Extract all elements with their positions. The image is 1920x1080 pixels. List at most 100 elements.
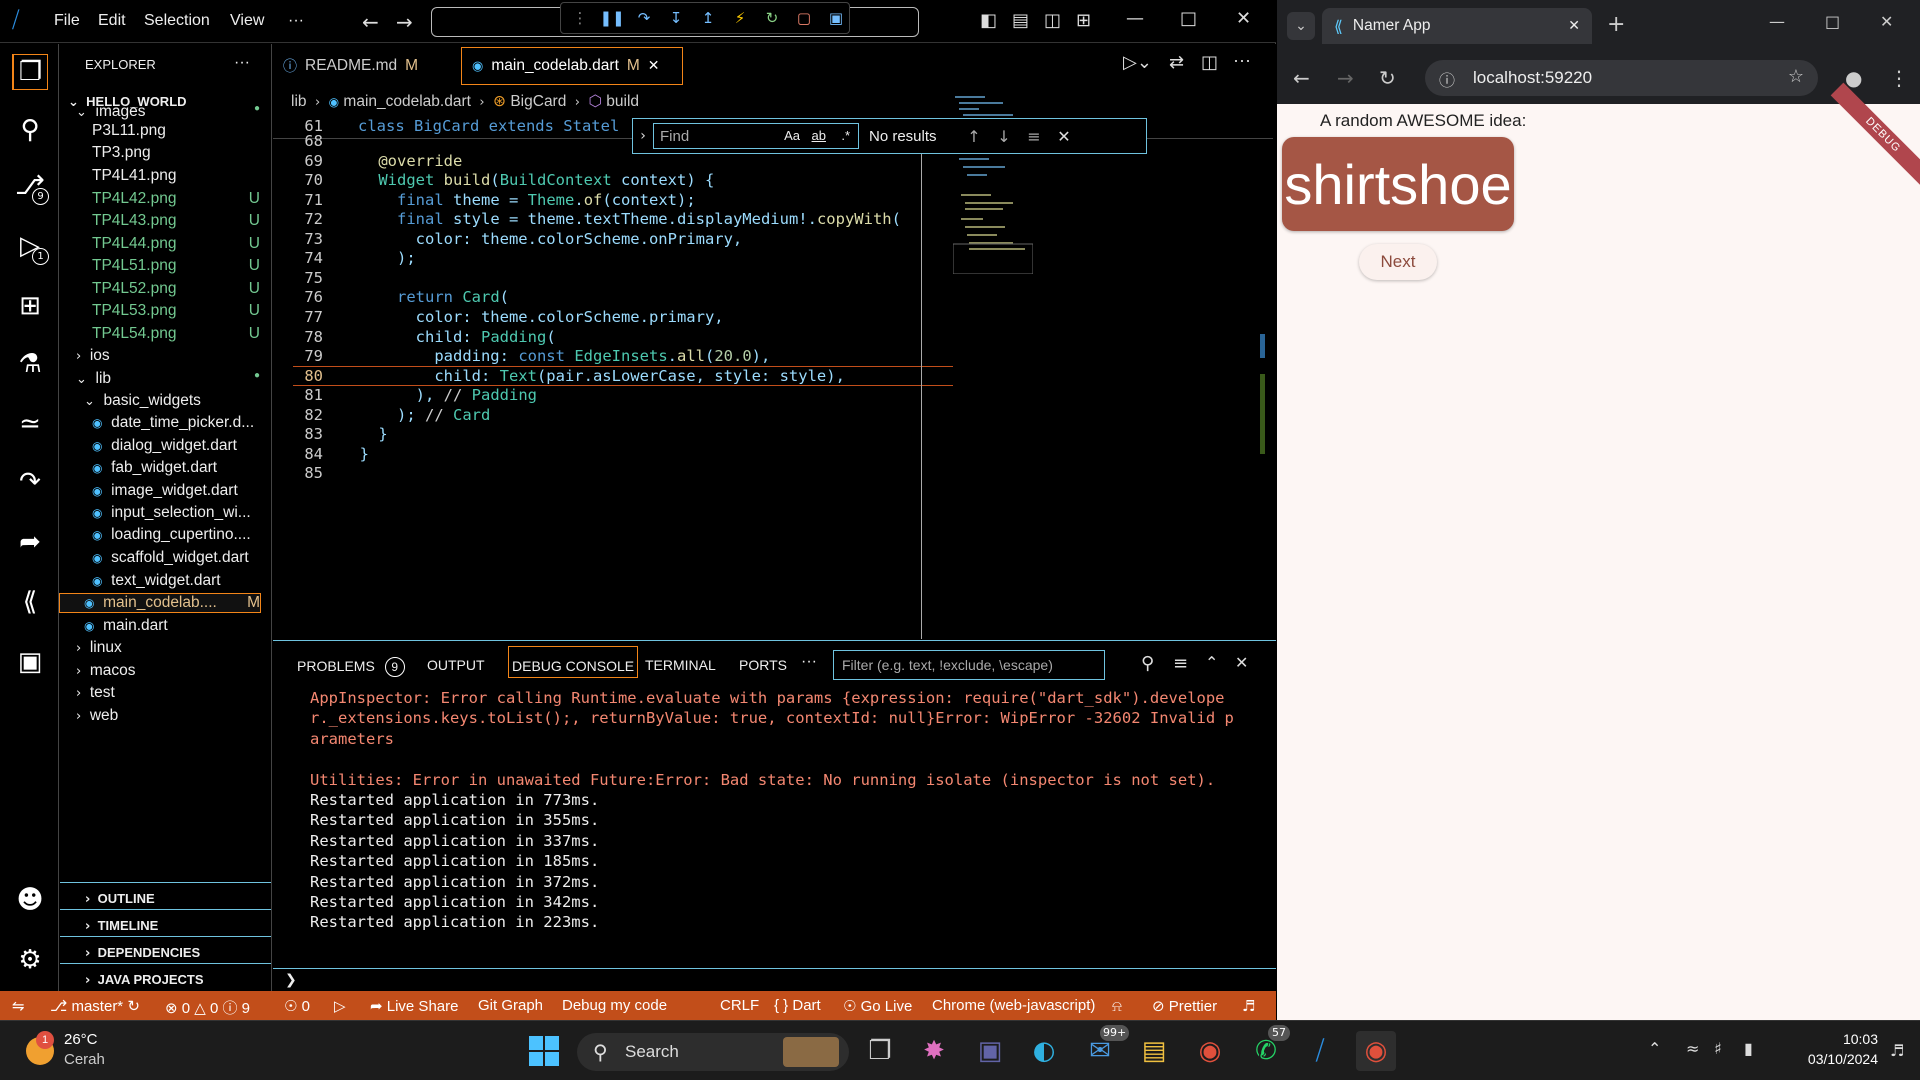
stop-icon[interactable]: ▢	[795, 9, 813, 27]
code-line[interactable]: padding: const EdgeInsets.all(20.0),	[341, 347, 770, 365]
code-line[interactable]: Widget build(BuildContext context) {	[341, 171, 714, 189]
tree-file[interactable]: TP4L52.png U	[60, 280, 260, 298]
minimize-icon[interactable]: —	[1769, 12, 1785, 31]
extensions-icon[interactable]: ⊞	[12, 288, 48, 324]
wifi-icon[interactable]: ≈	[1686, 1039, 1699, 1058]
tree-file[interactable]: ◉ main_codelab.... M	[59, 593, 261, 613]
next-button[interactable]: Next	[1359, 244, 1437, 280]
code-line[interactable]: ); // Card	[341, 406, 490, 424]
notifications-bell-icon[interactable]: ♬	[1242, 997, 1255, 1015]
chrome-taskbar-icon[interactable]: ◉	[1356, 1031, 1396, 1071]
find-in-selection-icon[interactable]: ≡	[1019, 127, 1049, 146]
breadcrumb-lib[interactable]: lib	[291, 93, 307, 110]
site-info-icon[interactable]: ⓘ	[1439, 67, 1455, 91]
debug-status-icon[interactable]: ▷	[334, 997, 346, 1015]
maximize-icon[interactable]: □	[1825, 12, 1840, 31]
go-live-status[interactable]: ☉ Go Live	[843, 997, 912, 1015]
tree-file[interactable]: P3L11.png	[60, 122, 260, 140]
tree-file[interactable]: ◉ loading_cupertino....	[60, 526, 260, 544]
back-arrow-icon[interactable]: ←	[362, 10, 379, 34]
java-projects-section[interactable]: › JAVA PROJECTS	[60, 963, 271, 990]
branch-indicator[interactable]: ⎇ master* ↻	[50, 997, 140, 1015]
breadcrumb-method[interactable]: build	[606, 93, 639, 110]
maximize-icon[interactable]: □	[1180, 8, 1197, 29]
whole-word-icon[interactable]: ab	[812, 128, 826, 143]
browser-tab[interactable]: ⟪ Namer App ✕	[1322, 8, 1592, 44]
tab-terminal[interactable]: TERMINAL	[645, 657, 716, 673]
close-tab-icon[interactable]: ✕	[648, 58, 660, 74]
previous-match-icon[interactable]: ↑	[959, 127, 989, 146]
find-input[interactable]: Find Aa ab .*	[653, 123, 859, 149]
menu-view[interactable]: View	[230, 12, 264, 30]
code-line[interactable]: final style = theme.textTheme.displayMed…	[341, 210, 901, 228]
tree-file[interactable]: TP4L54.png U	[60, 325, 260, 343]
whatsapp-icon[interactable]: ✆ 57	[1246, 1025, 1290, 1071]
toggle-sidebar-icon[interactable]: ◧	[980, 10, 997, 31]
step-into-icon[interactable]: ↧	[667, 9, 685, 27]
close-panel-icon[interactable]: ✕	[1235, 653, 1248, 672]
tree-folder[interactable]: ⌄ images ●	[60, 103, 260, 121]
run-debug-dropdown-icon[interactable]: ▷⌄	[1123, 52, 1152, 73]
menu-file[interactable]: File	[54, 12, 80, 30]
forward-arrow-icon[interactable]: →	[396, 10, 413, 34]
tab-readme[interactable]: ⓘ README.md M	[273, 47, 453, 85]
taskbar-search[interactable]: ⚲ Search	[577, 1033, 849, 1071]
tree-file[interactable]: ◉ date_time_picker.d...	[60, 414, 260, 432]
maximize-panel-icon[interactable]: ⌃	[1205, 653, 1218, 672]
tree-file[interactable]: ◉ input_selection_wi...	[60, 504, 260, 522]
code-line[interactable]: final theme = Theme.of(context);	[341, 191, 696, 209]
code-line[interactable]: @override	[341, 152, 462, 170]
problems-indicator[interactable]: ⊗ 0 △ 0 ⓘ 9	[165, 997, 250, 1018]
forward-icon[interactable]: →	[1337, 66, 1354, 90]
task-view-icon[interactable]: ❐	[860, 1031, 900, 1071]
tree-file[interactable]: ◉ image_widget.dart	[60, 482, 260, 500]
customize-layout-icon[interactable]: ⊞	[1076, 10, 1091, 31]
tree-file[interactable]: ◉ scaffold_widget.dart	[60, 549, 260, 567]
start-icon[interactable]	[524, 1031, 564, 1071]
clock-date[interactable]: 03/10/2024	[1788, 1051, 1878, 1067]
ports-indicator[interactable]: ☉ 0	[284, 997, 310, 1015]
compare-changes-icon[interactable]: ⇄	[1169, 52, 1184, 73]
new-tab-icon[interactable]: +	[1607, 12, 1625, 37]
prettier-status[interactable]: ⊘ Prettier	[1152, 997, 1217, 1015]
code-line[interactable]: );	[341, 249, 416, 267]
breadcrumb-file[interactable]: main_codelab.dart	[343, 93, 471, 110]
tree-folder[interactable]: › web	[60, 707, 260, 725]
tree-folder[interactable]: › test	[60, 684, 260, 702]
no-bell-icon[interactable]: ⍾	[1112, 997, 1122, 1015]
breadcrumb-class[interactable]: BigCard	[510, 93, 566, 110]
pause-icon[interactable]: ❚❚	[599, 9, 624, 27]
code-line[interactable]: color: theme.colorScheme.primary,	[341, 308, 724, 326]
code-line[interactable]: child: Padding(	[341, 328, 556, 346]
debug-my-code-status[interactable]: Debug my code	[562, 997, 667, 1014]
edge-icon[interactable]: ◐	[1024, 1031, 1064, 1071]
explorer-more-icon[interactable]: ···	[234, 54, 250, 72]
show-hidden-icons-icon[interactable]: ⌃	[1648, 1039, 1661, 1058]
toggle-panel-icon[interactable]: ▤	[1012, 10, 1029, 31]
tree-file[interactable]: TP4L41.png	[60, 167, 260, 185]
teams-icon[interactable]: ▣	[970, 1031, 1010, 1071]
device-status[interactable]: Chrome (web-javascript)	[932, 997, 1095, 1014]
clear-console-icon[interactable]: ≡	[1173, 653, 1188, 674]
close-tab-icon[interactable]: ✕	[1568, 18, 1580, 34]
remote-icon[interactable]: ⇋	[12, 997, 25, 1015]
notification-center-icon[interactable]: ♬	[1890, 1041, 1904, 1060]
tree-folder[interactable]: › linux	[60, 639, 260, 657]
step-out-icon[interactable]: ↥	[699, 9, 717, 27]
code-line[interactable]: }	[341, 445, 369, 463]
tree-file[interactable]: TP4L44.png U	[60, 235, 260, 253]
file-explorer-icon[interactable]: ▤	[1134, 1031, 1174, 1071]
next-match-icon[interactable]: ↓	[989, 127, 1019, 146]
console-prompt-icon[interactable]: ❯	[285, 972, 297, 988]
testing-icon[interactable]: ⚗	[12, 346, 48, 382]
live-share-icon[interactable]: ➦	[12, 524, 48, 560]
tab-debug-console[interactable]: DEBUG CONSOLE	[508, 646, 639, 678]
back-icon[interactable]: ←	[1293, 66, 1310, 90]
outline-section[interactable]: › OUTLINE	[60, 882, 271, 909]
tab-ports[interactable]: PORTS	[739, 657, 787, 673]
clock-time[interactable]: 10:03	[1818, 1031, 1878, 1047]
step-over-icon[interactable]: ↷	[635, 9, 653, 27]
volume-mute-icon[interactable]: ♯	[1714, 1039, 1722, 1058]
settings-gear-icon[interactable]: ⚙	[12, 942, 48, 978]
toggle-secondary-sidebar-icon[interactable]: ◫	[1044, 10, 1061, 31]
